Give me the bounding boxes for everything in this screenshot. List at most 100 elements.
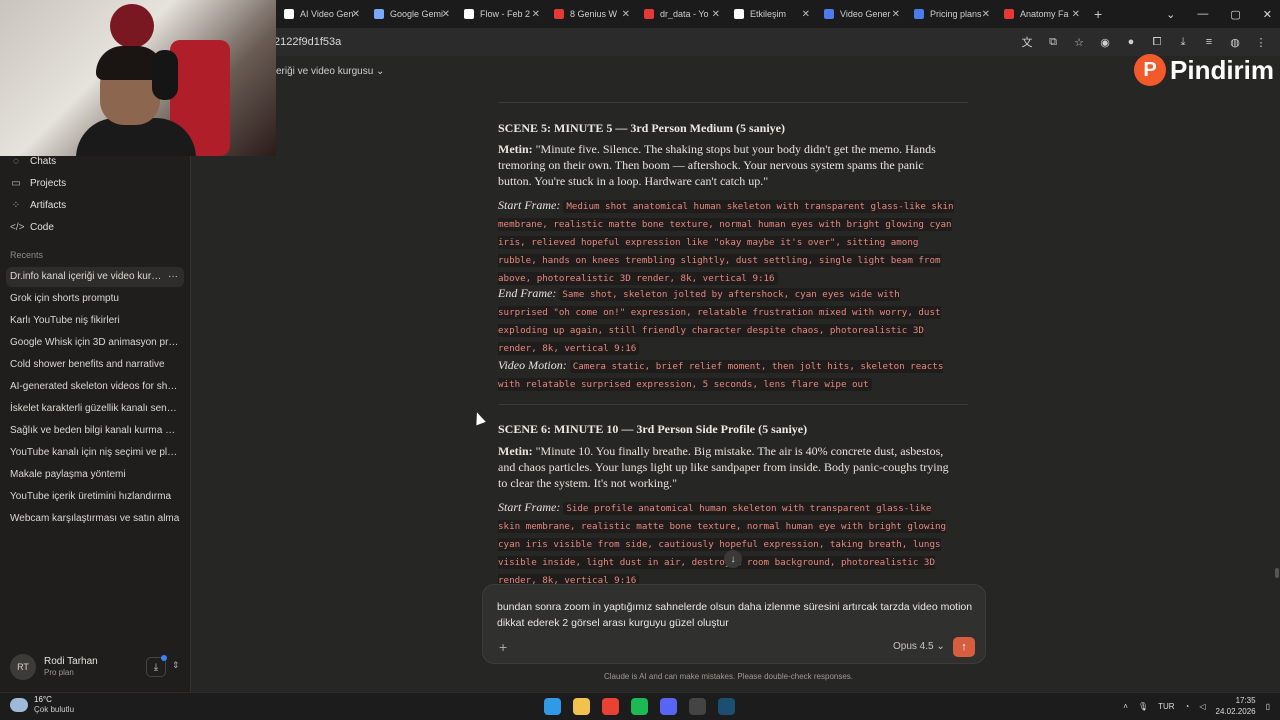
wifi-icon[interactable]: ◔ (1185, 702, 1190, 711)
volume-icon[interactable]: ◁ (1199, 702, 1205, 711)
puzzle-icon[interactable]: ⧠ (1150, 36, 1164, 49)
chrome-icon[interactable] (602, 698, 619, 715)
watermark: P Pindirim (1134, 54, 1274, 86)
browser-tab[interactable]: Video Gener ✕ (816, 0, 906, 28)
close-tab-icon[interactable]: ✕ (352, 9, 360, 20)
recent-chat-item[interactable]: AI-generated skeleton videos for shorts (6, 377, 184, 397)
user-profile[interactable]: RT Rodi Tarhan Pro plan ⤓ ⇕ (10, 654, 184, 682)
close-tab-icon[interactable]: ✕ (442, 9, 450, 20)
recent-chat-item[interactable]: Karlı YouTube niş fikirleri (6, 311, 184, 331)
new-tab-button[interactable]: + (1086, 6, 1110, 22)
sidebar-item-code[interactable]: </> Code (10, 222, 54, 233)
recent-chat-item[interactable]: İskelet karakterli güzellik kanalı senar… (6, 399, 184, 419)
chats-icon: ◌ (13, 156, 19, 167)
window-menu-icon[interactable]: ⌄ (1166, 8, 1175, 21)
sidebar-item-chats[interactable]: ◌ Chats (10, 156, 56, 167)
headset (152, 50, 178, 100)
windows-start-icon[interactable] (544, 698, 561, 715)
tray-expand-icon[interactable]: ˄ (1123, 702, 1128, 711)
browser-tab[interactable]: dr_data - Yo ✕ (636, 0, 726, 28)
more-options-icon[interactable]: ··· (168, 271, 178, 282)
discord-icon[interactable] (660, 698, 677, 715)
browser-tab[interactable]: AI Video Gen ✕ (276, 0, 366, 28)
close-tab-icon[interactable]: ✕ (1072, 9, 1080, 20)
mouse-cursor-icon (472, 410, 486, 426)
spotify-icon[interactable] (631, 698, 648, 715)
scene-6-title: SCENE 6: MINUTE 10 — 3rd Person Side Pro… (498, 422, 808, 436)
maximize-icon[interactable]: ▢ (1230, 8, 1240, 21)
browser-tab[interactable]: Anatomy Fa ✕ (996, 0, 1086, 28)
recent-chat-item[interactable]: Cold shower benefits and narrative (6, 355, 184, 375)
recent-chat-item[interactable]: Google Whisk için 3D animasyon promptu (6, 333, 184, 353)
browser-tab[interactable]: Flow - Feb 2 ✕ (456, 0, 546, 28)
language-indicator[interactable]: TUR (1158, 702, 1174, 711)
tab-label: dr_data - Yo (660, 9, 709, 19)
model-selector[interactable]: Opus 4.5 ⌄ (893, 641, 945, 652)
install-icon[interactable]: ⧉ (1046, 36, 1060, 49)
close-tab-icon[interactable]: ✕ (802, 9, 810, 20)
recent-chat-item[interactable]: Grok için shorts promptu (6, 289, 184, 309)
close-tab-icon[interactable]: ✕ (892, 9, 900, 20)
close-tab-icon[interactable]: ✕ (532, 9, 540, 20)
avatar: RT (10, 654, 36, 680)
download-icon[interactable]: ⤓ (1176, 36, 1190, 49)
projects-icon: ▭ (11, 178, 21, 189)
webcam-overlay (0, 0, 276, 156)
close-tab-icon[interactable]: ✕ (982, 9, 990, 20)
divider (498, 404, 968, 405)
recent-chat-item[interactable]: Sağlık ve beden bilgi kanalı kurma planı (6, 421, 184, 441)
tab-favicon-icon (1004, 9, 1014, 19)
recent-chat-item[interactable]: YouTube kanalı için niş seçimi ve planla… (6, 443, 184, 463)
tab-label: 8 Genius W (570, 9, 618, 19)
reading-list-icon[interactable]: ≡ (1202, 36, 1216, 48)
extension-icon[interactable]: ◉ (1098, 36, 1112, 49)
close-tab-icon[interactable]: ✕ (712, 9, 720, 20)
send-button[interactable]: ↑ (953, 637, 975, 657)
recent-chat-item[interactable]: Webcam karşılaştırması ve satın alma (6, 509, 184, 529)
watermark-logo-icon: P (1134, 54, 1166, 86)
browser-tab[interactable]: Etkileşim ✕ (726, 0, 816, 28)
file-explorer-icon[interactable] (573, 698, 590, 715)
scroll-down-button[interactable]: ↓ (724, 550, 742, 568)
minimize-icon[interactable]: — (1197, 8, 1208, 20)
message-input[interactable]: bundan sonra zoom in yaptığımız sahneler… (497, 599, 973, 631)
extension-icon-2[interactable]: ● (1124, 36, 1138, 48)
steam-icon[interactable] (718, 698, 735, 715)
browser-tab[interactable]: 8 Genius W ✕ (546, 0, 636, 28)
scrollbar[interactable] (1275, 568, 1279, 578)
sidebar-item-artifacts[interactable]: ⁘ Artifacts (10, 200, 66, 211)
recent-chat-item[interactable]: Dr.info kanal içeriği ve video kurgusu (6, 267, 184, 287)
url-text[interactable]: 2122f9d1f53a (274, 36, 341, 48)
microphone-icon[interactable]: 🎙 (1138, 702, 1148, 711)
sidebar-item-projects[interactable]: ▭ Projects (10, 178, 66, 189)
browser-tab[interactable]: Pricing plans ✕ (906, 0, 996, 28)
menu-icon[interactable]: ⋮ (1254, 36, 1268, 49)
browser-tab[interactable]: Google Gemi ✕ (366, 0, 456, 28)
window-controls: ⌄ — ▢ ✕ (1166, 0, 1272, 28)
recent-chat-item[interactable]: YouTube içerik üretimini hızlandırma (6, 487, 184, 507)
obs-icon[interactable] (689, 698, 706, 715)
watermark-text: Pindirim (1170, 54, 1275, 85)
metin-label: Metin: (498, 444, 533, 458)
bookmark-star-icon[interactable]: ☆ (1072, 36, 1086, 49)
profile-icon[interactable]: ◍ (1228, 36, 1242, 49)
weather-widget[interactable]: 16°C Çok bulutlu (10, 695, 74, 715)
scene-5-end-frame: End Frame: Same shot, skeleton jolted by… (498, 285, 954, 357)
notification-icon[interactable]: ▯ (1266, 702, 1270, 711)
translate-icon[interactable]: 文 (1020, 34, 1034, 50)
divider (498, 102, 968, 103)
tab-label: Pricing plans (930, 9, 982, 19)
recents-label: Recents (10, 250, 44, 260)
user-plan: Pro plan (44, 668, 74, 677)
sidebar-item-label: Chats (30, 156, 57, 167)
close-icon[interactable]: ✕ (1263, 8, 1272, 21)
tab-favicon-icon (824, 9, 834, 19)
tab-label: AI Video Gen (300, 9, 354, 19)
metin-text: "Minute five. Silence. The shaking stops… (498, 142, 936, 188)
temperature: 16°C (34, 695, 52, 704)
clock[interactable]: 17:35 24.02.2026 (1216, 695, 1256, 717)
recent-chat-item[interactable]: Makale paylaşma yöntemi (6, 465, 184, 485)
message-composer[interactable]: bundan sonra zoom in yaptığımız sahneler… (482, 584, 986, 664)
add-attachment-button[interactable]: + (499, 639, 507, 655)
close-tab-icon[interactable]: ✕ (622, 9, 630, 20)
